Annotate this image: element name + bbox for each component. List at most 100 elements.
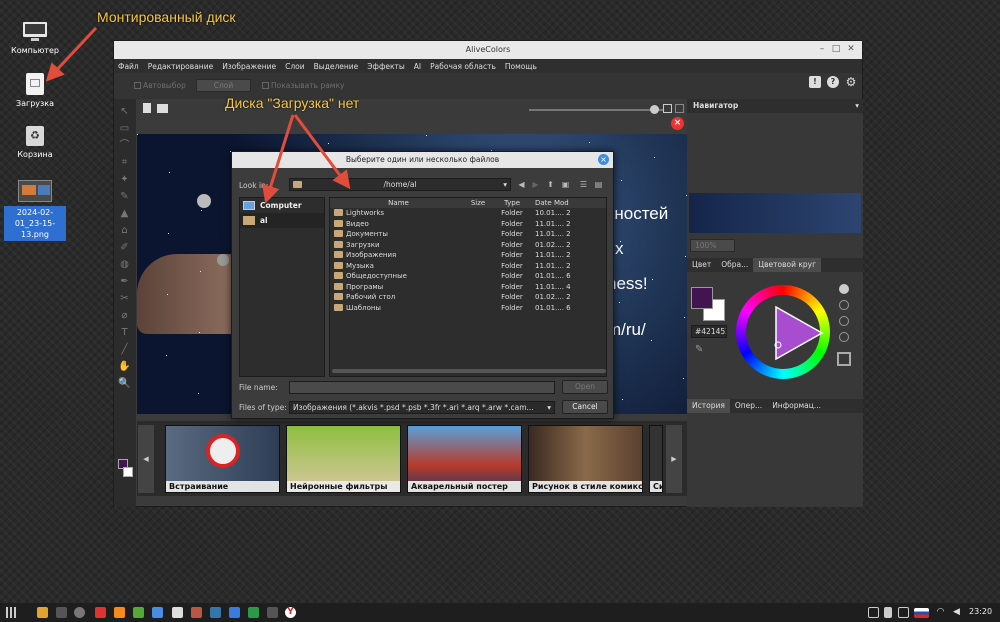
new-folder-icon[interactable]: ▣	[560, 179, 571, 190]
terminal-app-icon[interactable]	[56, 607, 67, 618]
toolbox-bg-swatch[interactable]	[123, 467, 133, 477]
tab-color-wheel[interactable]: Цветовой круг	[753, 258, 822, 272]
files-app-icon[interactable]	[37, 607, 48, 618]
desktop-icon-computer[interactable]: Компьютер	[0, 22, 70, 55]
sheets-app-icon[interactable]	[248, 607, 259, 618]
tool-icon[interactable]: ⌀	[118, 309, 131, 322]
file-row[interactable]: Програмы Folder 11.01.... 4	[330, 282, 606, 293]
column-type[interactable]: Type	[493, 198, 531, 208]
media-app-icon[interactable]	[95, 607, 106, 618]
mode-icon[interactable]	[839, 332, 849, 342]
shield-app-icon[interactable]	[152, 607, 163, 618]
preset-thumb-partial[interactable]: Си	[649, 425, 663, 493]
tool-icon[interactable]: 🔍	[118, 377, 131, 390]
tool-icon[interactable]: T	[118, 326, 131, 339]
eyedropper-icon[interactable]: ✎	[695, 344, 703, 355]
detail-view-icon[interactable]: ▤	[593, 179, 604, 190]
open-button[interactable]: Open	[562, 380, 608, 394]
file-row[interactable]: Lightworks Folder 10.01.... 2	[330, 208, 606, 219]
zoom-select[interactable]: 100%	[690, 239, 735, 252]
sidebar-item-computer[interactable]: Computer	[240, 198, 324, 213]
sidebar-item-home[interactable]: al	[240, 213, 324, 228]
column-date[interactable]: Date Mod	[531, 198, 573, 208]
filmstrip-next-button[interactable]: ▶	[666, 425, 682, 493]
tool-icon[interactable]: ⌗	[118, 156, 131, 169]
preset-thumb-neural[interactable]: Нейронные фильтры	[286, 425, 401, 493]
tool-icon[interactable]: ✂	[118, 292, 131, 305]
file-name-input[interactable]	[289, 381, 555, 394]
tool-icon[interactable]: ╱	[118, 343, 131, 356]
desktop-icon-screenshot[interactable]: 2024-02-01_23-15-13.png	[0, 180, 70, 241]
tool-icon[interactable]: ✋	[118, 360, 131, 373]
tab-color[interactable]: Цвет	[687, 258, 716, 272]
desktop-icon-trash[interactable]: ♻ Корзина	[0, 126, 70, 159]
file-row[interactable]: Шаблоны Folder 01.01.... 6	[330, 303, 606, 314]
square-mode-icon[interactable]	[837, 352, 851, 366]
wifi-tray-icon[interactable]: ◠	[935, 607, 946, 618]
yandex-browser-icon[interactable]: Y	[285, 607, 296, 618]
mode-icon[interactable]	[839, 300, 849, 310]
open-folder-icon[interactable]	[157, 104, 168, 113]
tool-icon[interactable]: ▭	[118, 122, 131, 135]
notes-app-icon[interactable]	[229, 607, 240, 618]
file-row[interactable]: Общедоступные Folder 01.01.... 6	[330, 271, 606, 282]
monitor-app-icon[interactable]	[267, 607, 278, 618]
file-row[interactable]: Изображения Folder 11.01.... 2	[330, 250, 606, 261]
layer-select[interactable]: Слой	[196, 79, 251, 92]
volume-tray-icon[interactable]: ◀	[951, 607, 962, 618]
look-in-select[interactable]: /home/al ▾	[289, 178, 511, 191]
color-wheel[interactable]	[736, 285, 830, 379]
alivecolors-app-icon[interactable]	[210, 607, 221, 618]
column-size[interactable]: Size	[463, 198, 493, 208]
foreground-swatch[interactable]	[691, 287, 713, 309]
settings-app-icon[interactable]	[74, 607, 85, 618]
preset-thumb-embed[interactable]: Встраивание	[165, 425, 280, 493]
file-row[interactable]: Видео Folder 11.01.... 2	[330, 219, 606, 230]
menu-item[interactable]: Эффекты	[367, 62, 405, 71]
vlc-app-icon[interactable]	[114, 607, 125, 618]
tool-icon[interactable]: ⌒	[118, 139, 131, 152]
apps-grid-icon[interactable]	[6, 607, 17, 618]
close-document-icon[interactable]: ×	[671, 117, 684, 130]
clipboard-tray-icon[interactable]	[868, 607, 879, 618]
tab-operations[interactable]: Опер...	[730, 399, 767, 413]
menu-item[interactable]: Изображение	[222, 62, 276, 71]
menu-item[interactable]: Файл	[118, 62, 139, 71]
preset-thumb-comic[interactable]: Рисунок в стиле комикс	[528, 425, 643, 493]
browser-app-icon[interactable]	[133, 607, 144, 618]
desktop-icon-download-drive[interactable]: Загрузка	[0, 73, 70, 108]
settings-icon[interactable]: ⚙	[845, 76, 857, 88]
zoom-slider[interactable]	[529, 109, 664, 111]
dialog-close-button[interactable]: ×	[598, 154, 609, 165]
network-tray-icon[interactable]	[898, 607, 909, 618]
menu-item[interactable]: Помощь	[505, 62, 537, 71]
list-view-icon[interactable]: ☰	[578, 179, 589, 190]
zoom-slider-handle[interactable]	[650, 105, 659, 114]
close-button[interactable]: ✕	[845, 44, 857, 56]
photo-app-icon[interactable]	[172, 607, 183, 618]
file-row[interactable]: Музыка Folder 11.01.... 2	[330, 261, 606, 272]
files-of-type-select[interactable]: Изображения (*.akvis *.psd *.psb *.3fr *…	[289, 401, 555, 414]
menu-item[interactable]: Рабочая область	[430, 62, 496, 71]
tool-icon[interactable]: ✒	[118, 275, 131, 288]
battery-tray-icon[interactable]	[884, 607, 892, 618]
game-app-icon[interactable]	[191, 607, 202, 618]
minimize-button[interactable]: –	[816, 44, 828, 56]
tool-icon[interactable]: ✐	[118, 241, 131, 254]
menu-item[interactable]: Слои	[285, 62, 305, 71]
menu-item[interactable]: Редактирование	[148, 62, 213, 71]
alert-icon[interactable]: !	[809, 76, 821, 88]
tab-samples[interactable]: Обра...	[716, 258, 753, 272]
single-view-icon[interactable]	[675, 104, 684, 113]
tab-info[interactable]: Информац...	[767, 399, 826, 413]
mode-icon[interactable]	[839, 316, 849, 326]
clock[interactable]: 23:20	[969, 607, 992, 616]
file-row[interactable]: Рабочий стол Folder 01.02.... 2	[330, 292, 606, 303]
parent-dir-icon[interactable]: ⬆	[545, 179, 556, 190]
chevron-down-icon[interactable]: ▾	[855, 99, 859, 113]
forward-icon[interactable]: ▶	[530, 179, 541, 190]
tool-icon[interactable]: ▲	[118, 207, 131, 220]
menu-item[interactable]: AI	[414, 62, 421, 71]
menu-item[interactable]: Выделение	[314, 62, 359, 71]
tool-icon[interactable]: ⌂	[118, 224, 131, 237]
